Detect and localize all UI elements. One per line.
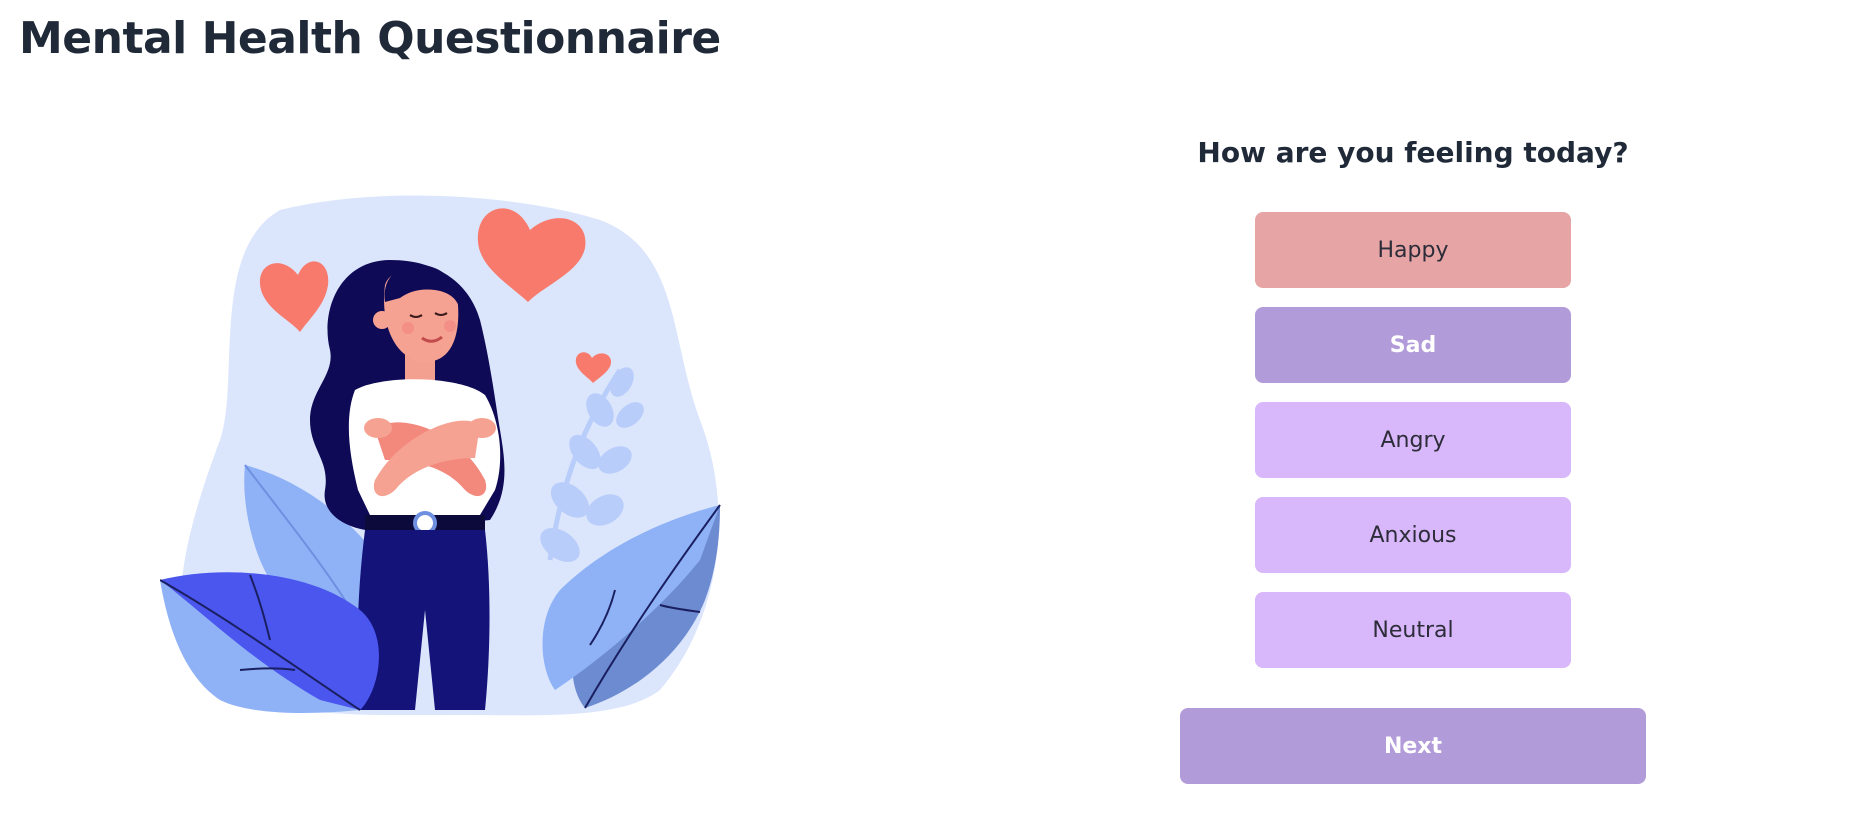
question-panel: How are you feeling today? Happy Sad Ang…: [1180, 128, 1646, 784]
option-sad-button[interactable]: Sad: [1255, 307, 1571, 383]
option-anxious-button[interactable]: Anxious: [1255, 497, 1571, 573]
option-happy-button[interactable]: Happy: [1255, 212, 1571, 288]
woman-hugging-herself-icon: [160, 195, 721, 716]
option-neutral-button[interactable]: Neutral: [1255, 592, 1571, 668]
page: Mental Health Questionnaire How are you …: [0, 0, 1868, 838]
page-title: Mental Health Questionnaire: [19, 13, 721, 64]
self-love-illustration: [160, 190, 760, 730]
mood-options: Happy Sad Angry Anxious Neutral: [1180, 212, 1646, 687]
question-title: How are you feeling today?: [1197, 136, 1629, 169]
next-button[interactable]: Next: [1180, 708, 1646, 784]
option-angry-button[interactable]: Angry: [1255, 402, 1571, 478]
